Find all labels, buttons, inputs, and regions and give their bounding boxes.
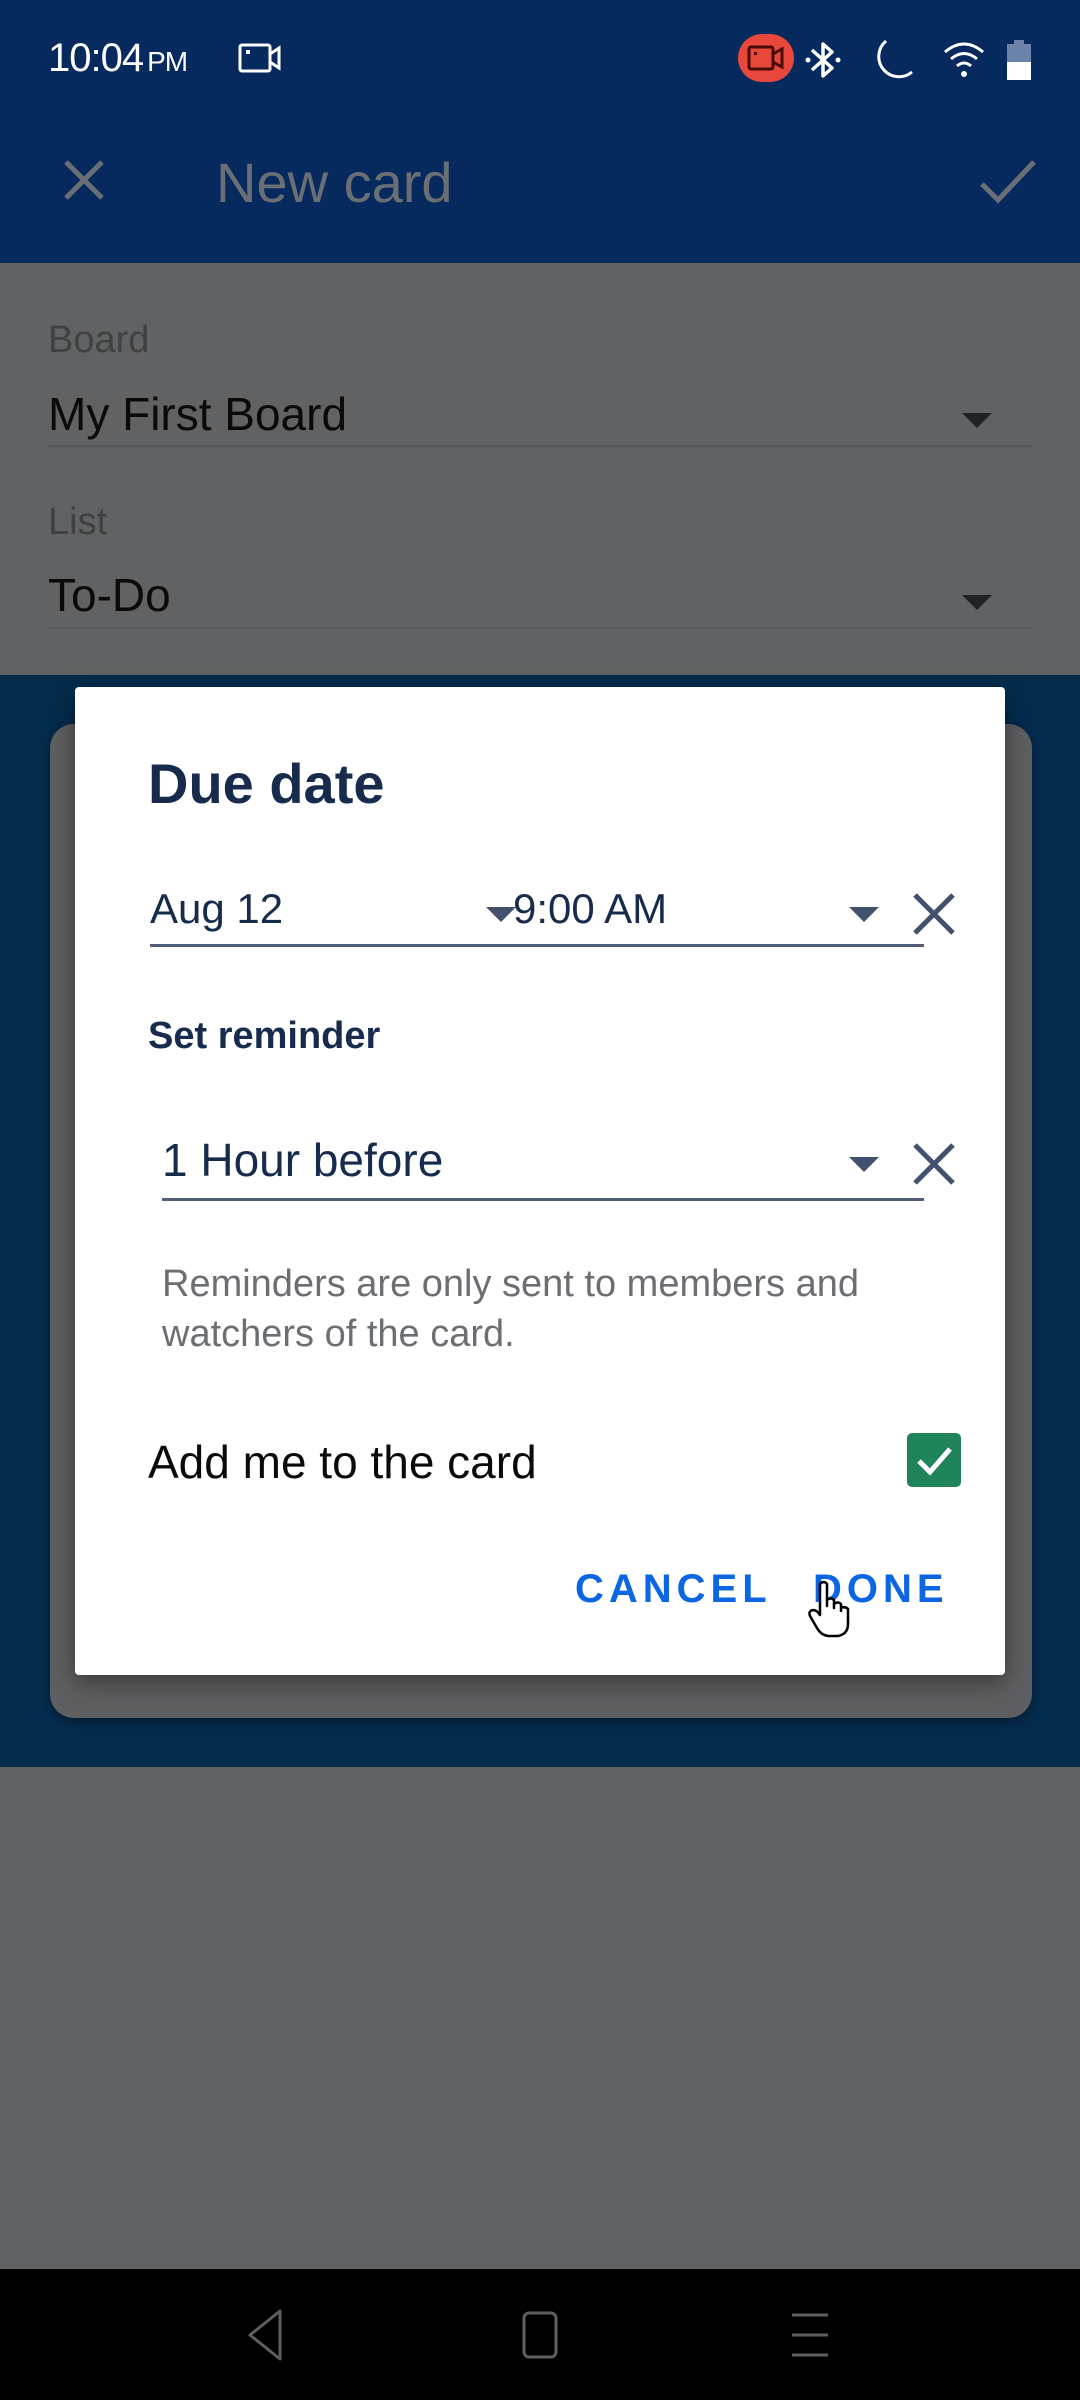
- screen-record-icon: [238, 43, 281, 73]
- reminder-underline: [162, 1198, 924, 1201]
- system-nav-bar: [0, 2269, 1080, 2400]
- hand-pointer-cursor-icon: [808, 1580, 850, 1638]
- board-underline: [48, 445, 1032, 447]
- list-underline: [48, 627, 1032, 629]
- check-icon[interactable]: [976, 154, 1040, 210]
- date-value: Aug 12: [150, 885, 284, 932]
- time-dropdown[interactable]: 9:00 AM: [513, 885, 924, 947]
- time-dropdown-arrow-icon: [849, 907, 879, 922]
- clock-ampm: PM: [147, 46, 188, 77]
- do-not-disturb-moon-icon: [877, 39, 913, 79]
- app-bar: New card: [0, 120, 1080, 263]
- clear-reminder-icon[interactable]: [911, 1141, 957, 1187]
- close-icon[interactable]: [56, 150, 112, 210]
- list-label: List: [48, 501, 108, 543]
- reminder-dropdown-arrow-icon: [849, 1157, 879, 1172]
- date-underline: [150, 944, 562, 947]
- home-icon[interactable]: [520, 2307, 560, 2363]
- backdrop-dim: [0, 1767, 1080, 2269]
- due-date-dialog: Due date Aug 12 9:00 AM Set reminder 1 H…: [75, 687, 1005, 1675]
- recording-active-icon: [738, 34, 794, 82]
- battery-icon: [1007, 40, 1031, 80]
- date-dropdown-arrow-icon: [486, 907, 516, 922]
- wifi-icon: [944, 42, 984, 77]
- board-label: Board: [48, 319, 150, 361]
- bluetooth-icon: [805, 42, 841, 78]
- add-me-checkbox[interactable]: [907, 1433, 961, 1487]
- card-form: Board My First Board List To-Do: [0, 263, 1080, 675]
- reminder-value: 1 Hour before: [162, 1134, 444, 1186]
- clock-time: 10:04: [48, 36, 144, 80]
- board-select[interactable]: My First Board: [48, 387, 347, 441]
- back-icon[interactable]: [244, 2307, 284, 2363]
- battery-level: [1007, 62, 1031, 80]
- reminder-dropdown[interactable]: 1 Hour before: [162, 1133, 924, 1201]
- recents-icon[interactable]: [790, 2307, 830, 2363]
- status-bar: 10:04 PM: [0, 0, 1080, 120]
- status-time: 10:04 PM: [48, 36, 188, 81]
- time-underline: [513, 944, 924, 947]
- cancel-button[interactable]: CANCEL: [575, 1567, 772, 1612]
- set-reminder-label: Set reminder: [148, 1015, 381, 1057]
- add-me-label: Add me to the card: [148, 1436, 537, 1488]
- reminder-hint: Reminders are only sent to members and w…: [162, 1263, 859, 1355]
- list-select[interactable]: To-Do: [48, 568, 171, 622]
- clear-due-date-icon[interactable]: [911, 891, 957, 937]
- dialog-title: Due date: [148, 752, 385, 815]
- page-title: New card: [216, 151, 453, 214]
- time-value: 9:00 AM: [513, 885, 668, 932]
- list-dropdown-arrow-icon[interactable]: [962, 595, 992, 610]
- board-dropdown-arrow-icon[interactable]: [962, 413, 992, 428]
- date-dropdown[interactable]: Aug 12: [150, 885, 562, 947]
- checkmark-icon: [917, 1447, 952, 1476]
